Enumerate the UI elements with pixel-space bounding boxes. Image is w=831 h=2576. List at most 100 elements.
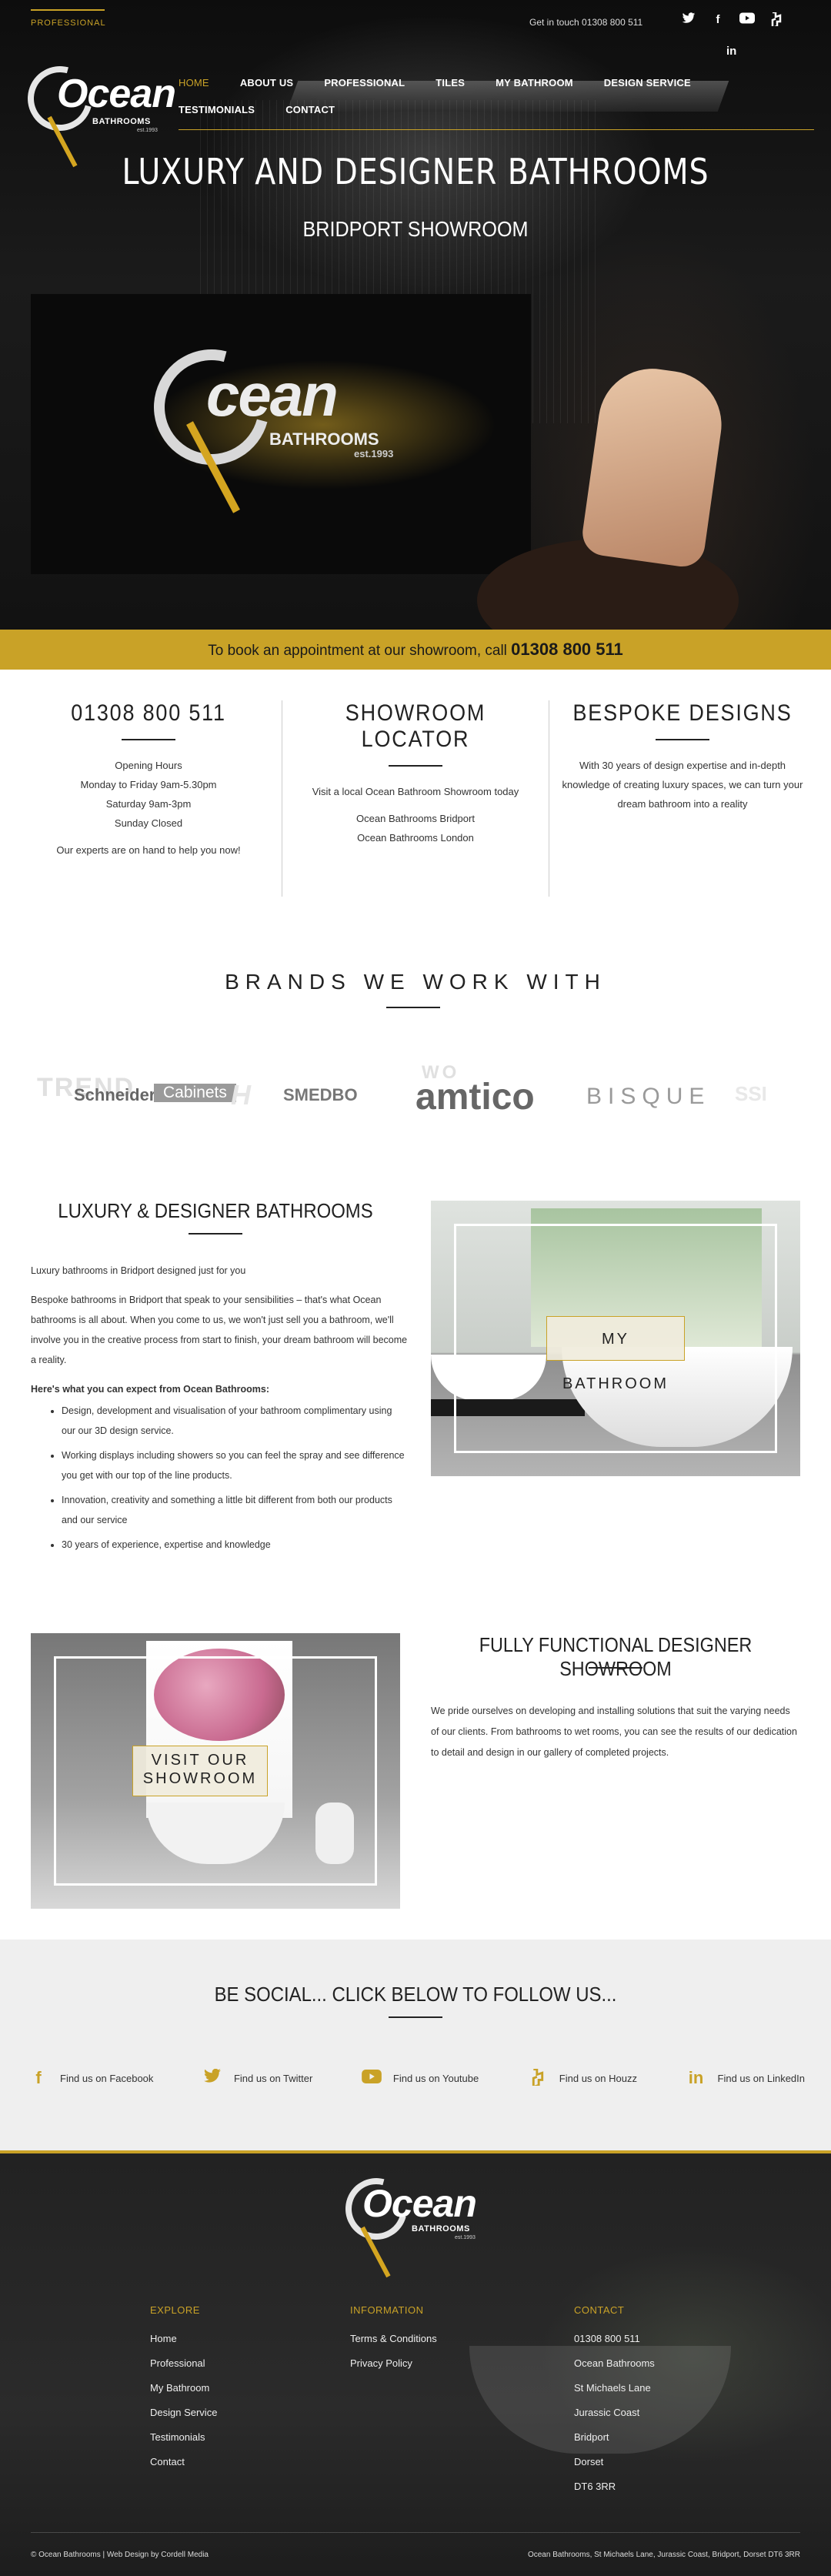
logo-word: Ocean <box>362 2182 477 2225</box>
experts-note: Our experts are on hand to help you now! <box>56 844 241 856</box>
my-bathroom-label: MY BATHROOM <box>546 1316 685 1392</box>
twitter-icon <box>202 2068 223 2087</box>
site-footer: Ocean BATHROOMS est.1993 EXPLORE Home Pr… <box>0 2150 831 2576</box>
nav-professional[interactable]: PROFESSIONAL <box>324 77 405 89</box>
social-label: Find us on Youtube <box>392 2072 479 2084</box>
showroom-title: FULLY FUNCTIONAL DESIGNER SHOWROOM <box>479 1633 753 1680</box>
brands-title: BRANDS WE WORK WITH <box>225 970 606 994</box>
footer-link-my-bathroom[interactable]: My Bathroom <box>150 2376 217 2401</box>
link-london-showroom[interactable]: Ocean Bathrooms London <box>282 828 549 847</box>
hands-image <box>579 362 729 570</box>
hours-sunday: Sunday Closed <box>114 817 183 829</box>
footer-address-line: Ocean Bathrooms <box>574 2357 655 2369</box>
social-link-facebook[interactable]: f Find us on Facebook <box>28 2069 153 2087</box>
footer-address-line: DT6 3RR <box>574 2481 616 2492</box>
title-underline <box>589 1667 642 1669</box>
label-line-2: SHOWROOM <box>142 1770 258 1787</box>
footer-link-terms[interactable]: Terms & Conditions <box>350 2327 437 2351</box>
luxury-text: Luxury bathrooms in Bridport designed ju… <box>31 1261 408 1559</box>
title-underline <box>189 1233 242 1235</box>
footer-information: INFORMATION Terms & Conditions Privacy P… <box>350 2304 437 2376</box>
video-logo-subtitle: BATHROOMS <box>269 429 379 449</box>
booking-phone[interactable]: 01308 800 511 <box>511 640 623 659</box>
nav-divider <box>179 129 814 130</box>
list-item: Design, development and visualisation of… <box>62 1401 408 1441</box>
social-link-houzz[interactable]: Find us on Houzz <box>527 2068 637 2089</box>
footer-information-title: INFORMATION <box>350 2304 424 2316</box>
youtube-icon <box>361 2069 382 2087</box>
title-underline <box>389 765 442 767</box>
social-link-youtube[interactable]: Find us on Youtube <box>361 2069 479 2087</box>
footer-link-testimonials[interactable]: Testimonials <box>150 2425 217 2450</box>
logo-subtitle: BATHROOMS <box>92 117 151 126</box>
visit-showroom-image-link[interactable]: VISIT OUR SHOWROOM <box>31 1633 400 1909</box>
list-item: 30 years of experience, expertise and kn… <box>62 1535 408 1555</box>
social-link-twitter[interactable]: Find us on Twitter <box>202 2068 312 2087</box>
nav-contact[interactable]: CONTACT <box>285 104 335 115</box>
label-line-1: VISIT OUR <box>151 1752 249 1769</box>
social-link-linkedin[interactable]: in Find us on LinkedIn <box>686 2069 805 2087</box>
bespoke-text: With 30 years of design expertise and in… <box>562 760 803 810</box>
footer-contact-title: CONTACT <box>574 2304 625 2316</box>
social-title: BE SOCIAL... CLICK BELOW TO FOLLOW US... <box>214 1983 617 2006</box>
bespoke-column: BESPOKE DESIGNS With 30 years of design … <box>549 700 816 814</box>
brand-video[interactable]: cean BATHROOMS est.1993 <box>31 294 531 574</box>
footer-link-contact[interactable]: Contact <box>150 2450 217 2474</box>
footer-link-home[interactable]: Home <box>150 2327 217 2351</box>
luxury-section: LUXURY & DESIGNER BATHROOMS Luxury bathr… <box>0 1170 831 1616</box>
top-social-icons: f <box>681 11 784 29</box>
nav-testimonials[interactable]: TESTIMONIALS <box>179 104 255 115</box>
social-links: f Find us on Facebook Find us on Twitter… <box>28 2068 805 2089</box>
brand-logo-bisque: BISQUE <box>586 1084 711 1109</box>
expect-list: Design, development and visualisation of… <box>31 1401 408 1555</box>
footer-link-design-service[interactable]: Design Service <box>150 2401 217 2425</box>
hours-saturday: Saturday 9am-3pm <box>105 798 192 810</box>
twitter-icon[interactable] <box>681 12 696 28</box>
video-logo-est: est.1993 <box>354 448 394 459</box>
showroom-text: We pride ourselves on developing and ins… <box>431 1706 797 1758</box>
booking-banner: To book an appointment at our showroom, … <box>0 630 831 670</box>
hours-weekdays: Monday to Friday 9am-5.30pm <box>80 779 217 790</box>
professional-tab[interactable]: PROFESSIONAL <box>31 9 105 28</box>
nav-tiles[interactable]: TILES <box>436 77 465 89</box>
houzz-icon[interactable] <box>769 11 784 29</box>
logo-est: est.1993 <box>455 2235 476 2240</box>
linkedin-icon: in <box>688 2068 704 2087</box>
nav-about-us[interactable]: ABOUT US <box>240 77 294 89</box>
footer-link-privacy[interactable]: Privacy Policy <box>350 2351 437 2376</box>
facebook-icon[interactable]: f <box>710 12 726 28</box>
footer-explore-title: EXPLORE <box>150 2304 200 2316</box>
logo-word: Ocean <box>57 72 176 116</box>
visit-showroom-label: VISIT OUR SHOWROOM <box>132 1746 268 1796</box>
brand-logo-carousel: TREND Schneider Cabinets H SMEDBO WO amt… <box>0 1059 831 1128</box>
title-underline <box>656 739 709 740</box>
youtube-icon[interactable] <box>739 12 755 28</box>
linkedin-icon[interactable]: in <box>726 45 736 58</box>
info-section: 01308 800 511 Opening Hours Monday to Fr… <box>0 670 831 924</box>
brand-logo-amtico: amtico <box>416 1077 535 1118</box>
site-logo[interactable]: Ocean BATHROOMS est.1993 <box>15 54 176 168</box>
bespoke-title: BESPOKE DESIGNS <box>572 700 793 726</box>
footer-logo[interactable]: Ocean BATHROOMS est.1993 <box>334 2167 489 2278</box>
nav-home[interactable]: HOME <box>179 77 209 89</box>
footer-address-line: St Michaels Lane <box>574 2382 651 2394</box>
get-in-touch-phone[interactable]: Get in touch 01308 800 511 <box>529 17 642 28</box>
social-section: BE SOCIAL... CLICK BELOW TO FOLLOW US...… <box>0 1940 831 2150</box>
nav-my-bathroom[interactable]: MY BATHROOM <box>496 77 573 89</box>
opening-hours-label: Opening Hours <box>115 760 182 771</box>
link-bridport-showroom[interactable]: Ocean Bathrooms Bridport <box>282 809 549 828</box>
nav-design-service[interactable]: DESIGN SERVICE <box>604 77 691 89</box>
phone-title[interactable]: 01308 800 511 <box>28 700 268 727</box>
hero-subtitle: BRIDPORT SHOWROOM <box>302 217 529 241</box>
footer-divider <box>31 2532 800 2533</box>
social-label: Find us on Facebook <box>60 2072 154 2084</box>
title-underline <box>122 739 175 740</box>
top-bar: PROFESSIONAL Get in touch 01308 800 511 … <box>0 0 831 58</box>
footer-phone[interactable]: 01308 800 511 <box>574 2327 655 2351</box>
brand-logo-faded-tail: SSI <box>735 1082 767 1105</box>
my-bathroom-image-link[interactable]: MY BATHROOM <box>431 1201 800 1476</box>
social-label: Find us on LinkedIn <box>717 2072 805 2084</box>
footer-link-professional[interactable]: Professional <box>150 2351 217 2376</box>
booking-text: To book an appointment at our showroom, … <box>208 643 512 659</box>
facebook-icon: f <box>35 2068 42 2087</box>
